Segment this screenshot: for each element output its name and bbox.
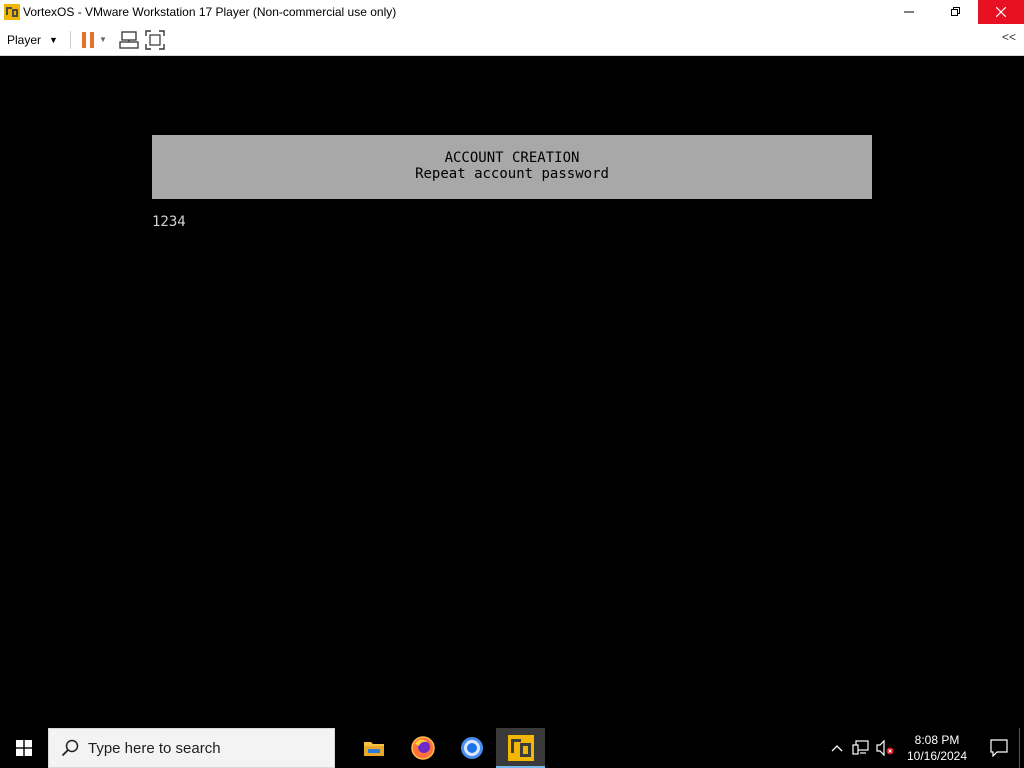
volume-button[interactable]: [873, 728, 897, 768]
taskbar-search-box[interactable]: Type here to search: [48, 728, 335, 768]
network-icon: [852, 740, 869, 755]
minimize-icon: [904, 11, 914, 13]
taskbar-clock[interactable]: 8:08 PM 10/16/2024: [901, 732, 973, 764]
vm-console-screen[interactable]: ACCOUNT CREATION Repeat account password…: [0, 56, 1024, 728]
window-titlebar[interactable]: VortexOS - VMware Workstation 17 Player …: [0, 0, 1024, 24]
taskbar-app-firefox[interactable]: [398, 728, 447, 768]
vmware-app-icon: [4, 4, 20, 20]
search-placeholder: Type here to search: [88, 739, 221, 757]
clock-time: 8:08 PM: [914, 733, 960, 747]
network-status-button[interactable]: [849, 728, 873, 768]
chevron-up-icon: [831, 745, 843, 752]
windows-logo-icon: [16, 740, 32, 756]
restore-icon: [951, 7, 960, 16]
fullscreen-icon: [145, 29, 165, 50]
collapse-toolbar-button[interactable]: <<: [1002, 30, 1016, 44]
send-ctrl-alt-del-button[interactable]: [119, 28, 139, 52]
player-menu-button[interactable]: Player ▼: [7, 33, 58, 47]
search-icon: [61, 739, 79, 757]
taskbar-app-file-explorer[interactable]: [349, 728, 398, 768]
close-icon: [996, 7, 1006, 17]
toolbar-divider: [69, 30, 71, 49]
banner-title: ACCOUNT CREATION: [444, 150, 580, 166]
pause-options-chevron-icon[interactable]: ▼: [99, 35, 107, 44]
notification-icon: [990, 739, 1008, 757]
keyboard-network-icon: [119, 30, 139, 49]
password-input-text[interactable]: 1234: [152, 214, 186, 230]
show-hidden-icons-button[interactable]: [825, 728, 849, 768]
action-center-button[interactable]: [979, 728, 1019, 768]
banner-subtitle: Repeat account password: [415, 166, 609, 182]
restore-button[interactable]: [932, 0, 978, 24]
firefox-icon: [410, 736, 435, 760]
window-title: VortexOS - VMware Workstation 17 Player …: [23, 5, 397, 19]
windows-taskbar: Type here to search 8:08 PM 10/16/2024: [0, 728, 1024, 768]
account-creation-banner: ACCOUNT CREATION Repeat account password: [152, 135, 872, 199]
clock-date: 10/16/2024: [906, 749, 968, 763]
player-menu-label: Player: [7, 32, 42, 47]
system-tray: 8:08 PM 10/16/2024: [825, 728, 1024, 768]
pause-button[interactable]: [81, 28, 95, 52]
chevron-down-icon: ▼: [49, 34, 58, 45]
chrome-icon: [460, 737, 483, 759]
folder-icon: [363, 742, 384, 756]
close-button[interactable]: [978, 0, 1024, 24]
volume-muted-icon: [876, 740, 894, 756]
minimize-button[interactable]: [886, 0, 932, 24]
taskbar-app-chrome[interactable]: [447, 728, 496, 768]
window-controls: [886, 0, 1024, 24]
player-toolbar: Player ▼ ▼ <<: [0, 24, 1024, 56]
start-button[interactable]: [0, 728, 48, 768]
show-desktop-button[interactable]: [1019, 728, 1024, 768]
taskbar-app-vmware-player[interactable]: [496, 728, 545, 768]
vmware-player-icon: [507, 735, 534, 761]
fullscreen-button[interactable]: [145, 28, 165, 52]
pause-icon: [81, 31, 94, 48]
